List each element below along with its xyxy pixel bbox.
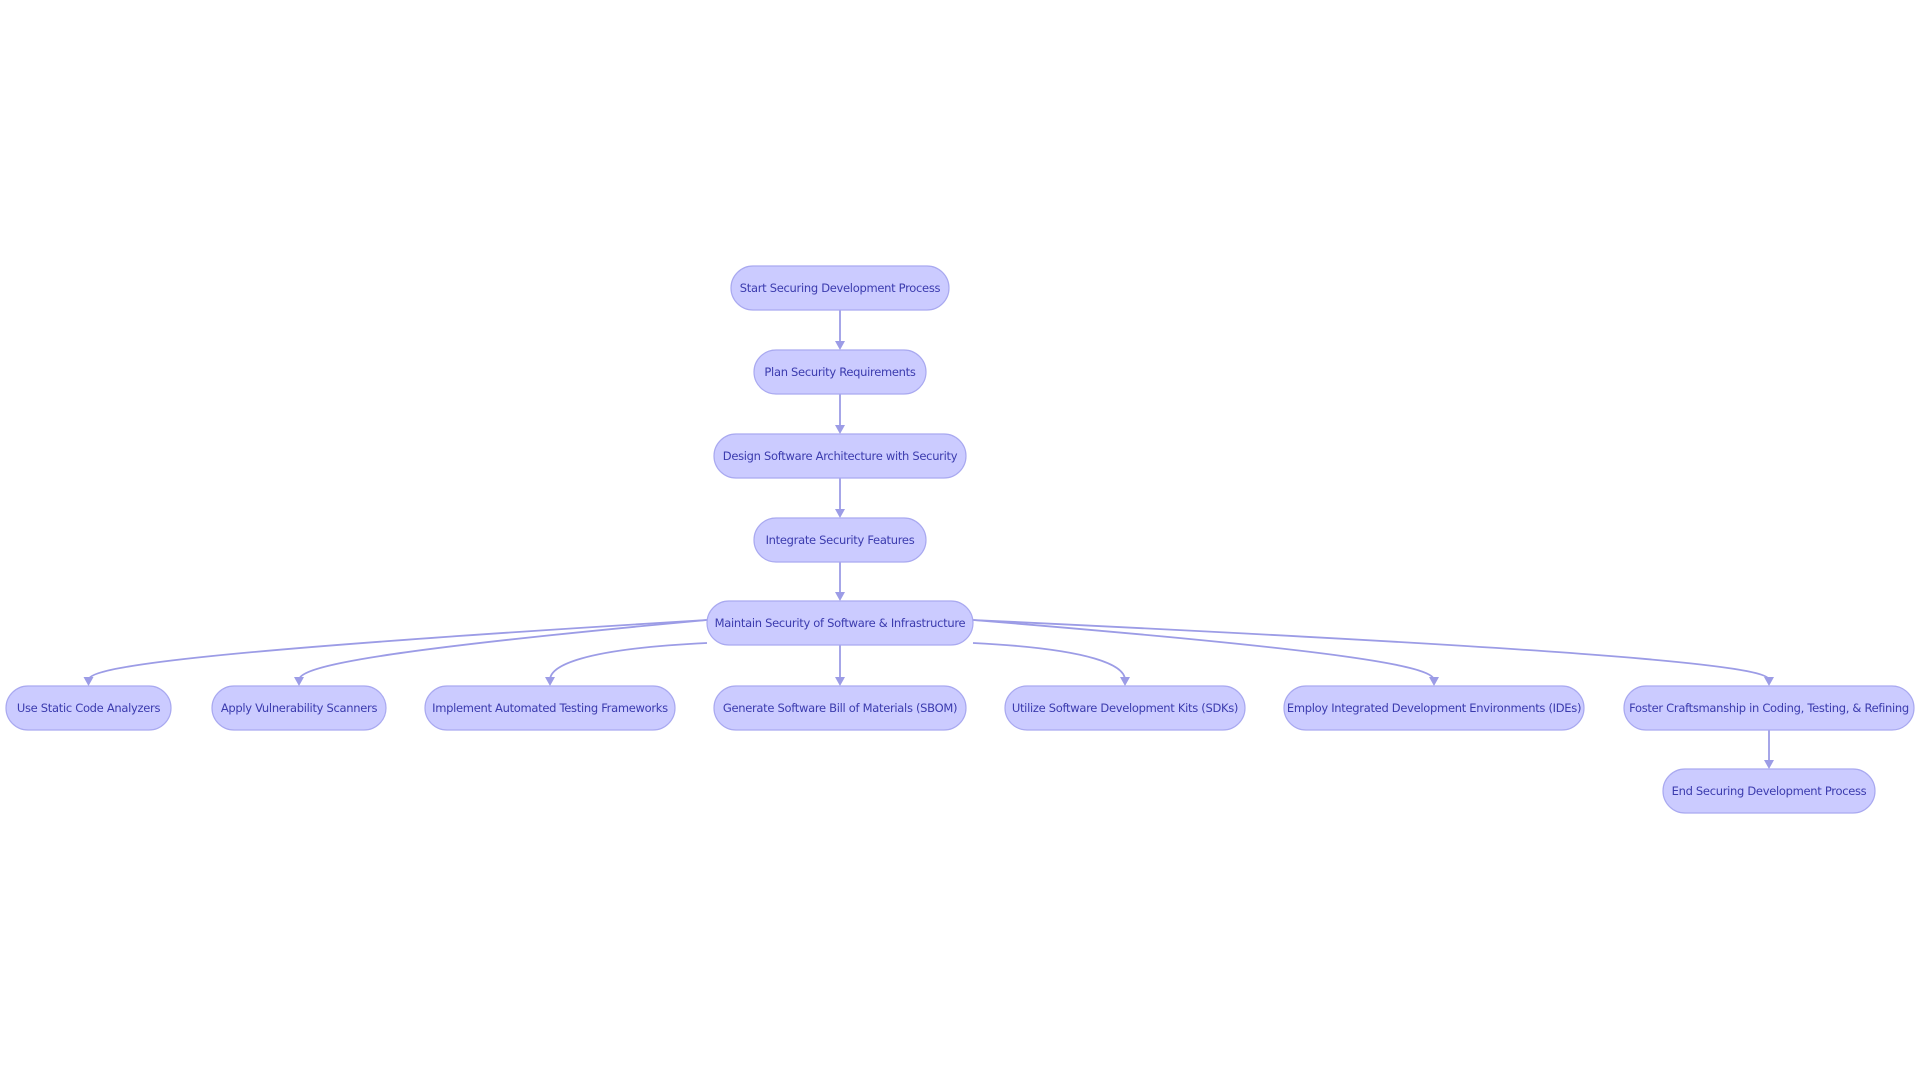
node-label: Apply Vulnerability Scanners [221, 701, 378, 715]
node-label: Generate Software Bill of Materials (SBO… [723, 701, 957, 715]
edge-maintain-to-sdk [972, 642, 1126, 681]
arrowhead-icon [835, 592, 845, 601]
node-label: Foster Craftsmanship in Coding, Testing,… [1629, 701, 1909, 715]
node-label: Maintain Security of Software & Infrastr… [715, 616, 966, 630]
node-ide: Employ Integrated Development Environmen… [1283, 685, 1585, 731]
arrowhead-icon [294, 677, 304, 686]
node-design: Design Software Architecture with Securi… [713, 433, 967, 479]
node-label: Plan Security Requirements [764, 365, 915, 379]
node-sbom: Generate Software Bill of Materials (SBO… [713, 685, 967, 731]
edge-maintain-to-vuln [298, 619, 708, 681]
node-craft: Foster Craftsmanship in Coding, Testing,… [1623, 685, 1915, 731]
edge-maintain-to-craft [972, 619, 1770, 681]
arrowhead-icon [83, 677, 94, 686]
node-sdk: Utilize Software Development Kits (SDKs) [1004, 685, 1246, 731]
node-testing: Implement Automated Testing Frameworks [424, 685, 676, 731]
node-label: Use Static Code Analyzers [17, 701, 161, 715]
nodes: Start Securing Development Process Plan S… [5, 265, 1915, 814]
node-label: Employ Integrated Development Environmen… [1287, 701, 1581, 715]
node-maintain: Maintain Security of Software & Infrastr… [706, 600, 974, 646]
arrowhead-icon [835, 425, 845, 434]
node-start: Start Securing Development Process [730, 265, 950, 311]
node-integrate: Integrate Security Features [753, 517, 927, 563]
edge-maintain-to-testing [549, 642, 708, 681]
node-label: Utilize Software Development Kits (SDKs) [1012, 701, 1238, 715]
node-label: Start Securing Development Process [740, 281, 941, 295]
node-static: Use Static Code Analyzers [5, 685, 172, 731]
node-label: Design Software Architecture with Securi… [723, 449, 958, 463]
node-plan: Plan Security Requirements [753, 349, 927, 395]
arrowhead-icon [545, 677, 555, 686]
flowchart: Start Securing Development Process Plan S… [5, 265, 1915, 814]
arrowhead-icon [1764, 760, 1774, 769]
arrowhead-icon [1120, 677, 1130, 686]
node-label: Integrate Security Features [766, 533, 915, 547]
arrowhead-icon [1429, 677, 1439, 686]
node-label: Implement Automated Testing Frameworks [432, 701, 668, 715]
arrowhead-icon [1764, 677, 1774, 686]
node-end: End Securing Development Process [1662, 768, 1876, 814]
arrowhead-icon [835, 509, 845, 518]
node-vuln: Apply Vulnerability Scanners [211, 685, 387, 731]
arrowhead-icon [835, 677, 845, 686]
edge-maintain-to-ide [972, 619, 1435, 681]
arrowhead-icon [835, 341, 845, 350]
node-label: End Securing Development Process [1672, 784, 1867, 798]
